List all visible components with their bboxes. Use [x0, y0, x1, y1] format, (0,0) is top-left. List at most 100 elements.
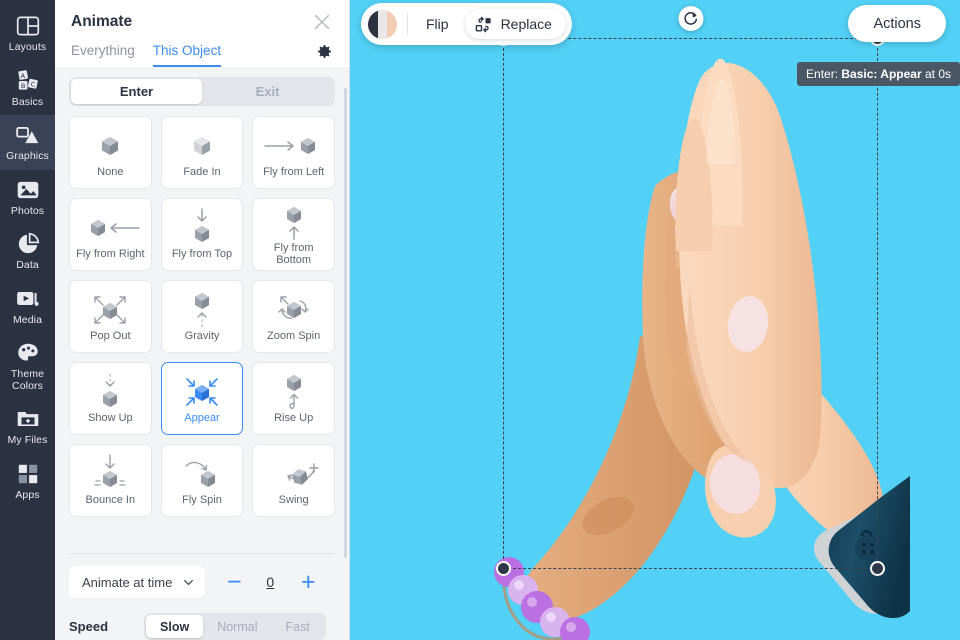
enter-exit-segment: Enter Exit — [69, 77, 335, 106]
sidebar-label: Layouts — [8, 41, 47, 53]
animation-grid: None Fade In Fly from Left Fly from Righ… — [69, 116, 335, 517]
replace-label: Replace — [500, 16, 552, 32]
animation-tile-gravity[interactable]: Gravity — [160, 280, 244, 353]
sidebar-label: Media — [12, 313, 43, 326]
data-icon — [18, 232, 39, 254]
cube-fly-spin-icon — [166, 455, 238, 493]
canvas-area[interactable]: Flip Replace Actions Enter: Basic: Appea… — [350, 0, 960, 640]
sidebar-item-apps[interactable]: Apps — [0, 454, 55, 509]
panel-title-row: Animate — [71, 11, 333, 33]
cube-plain-icon — [74, 127, 146, 165]
animation-label: Fly from Top — [171, 248, 233, 260]
increment-time-button[interactable]: + — [293, 569, 323, 595]
animation-tile-fly-from-left[interactable]: Fly from Left — [252, 116, 335, 189]
animation-label: Swing — [278, 494, 309, 506]
tab-this-object[interactable]: This Object — [152, 43, 222, 67]
media-icon — [16, 291, 39, 306]
sidebar-item-layouts[interactable]: Layouts — [0, 6, 55, 61]
panel-footer: Animate at time − 0 + Speed Slow Normal … — [55, 543, 349, 640]
color-swatch-icon[interactable] — [368, 9, 397, 39]
cube-expand-icon — [74, 291, 146, 329]
sidebar-item-my-files[interactable]: My Files — [0, 399, 55, 454]
graphics-icon — [15, 127, 38, 144]
sidebar-item-theme-colors[interactable]: Theme Colors — [0, 333, 55, 399]
sidebar-item-data[interactable]: Data — [0, 224, 55, 279]
animation-tile-fly-from-right[interactable]: Fly from Right — [69, 198, 152, 271]
praying-hands-graphic[interactable] — [480, 36, 910, 640]
animate-at-time-label: Animate at time — [82, 574, 173, 590]
sidebar-label: Apps — [15, 488, 40, 501]
panel-header: Animate Everything This Object — [55, 0, 349, 67]
animation-tile-appear[interactable]: Appear — [160, 362, 244, 435]
arrow-right-cube-icon — [258, 127, 330, 165]
dashed-down-cube-icon — [74, 373, 146, 411]
animation-tile-none[interactable]: None — [69, 116, 152, 189]
panel-tabs: Everything This Object — [71, 43, 333, 67]
animation-label: Fly from Left — [263, 166, 325, 178]
animation-tile-swing[interactable]: Swing — [252, 444, 335, 517]
photos-icon — [17, 181, 38, 198]
speed-segment: Slow Normal Fast — [144, 613, 326, 640]
decrement-time-button[interactable]: − — [219, 569, 249, 595]
segment-exit[interactable]: Exit — [202, 79, 333, 104]
gear-icon[interactable] — [316, 43, 333, 60]
footer-divider — [69, 553, 335, 554]
tab-everything[interactable]: Everything — [71, 43, 135, 67]
sidebar-label: Graphics — [6, 150, 49, 162]
svg-text:B: B — [20, 82, 24, 90]
replace-icon — [475, 16, 491, 32]
sidebar-item-media[interactable]: Media — [0, 279, 55, 334]
animation-list-scroll[interactable]: None Fade In Fly from Left Fly from Righ… — [55, 116, 349, 543]
close-icon[interactable] — [311, 11, 333, 33]
app-root: Layouts A B C Basics Graphics Photos Dat… — [0, 0, 960, 640]
speed-option-slow[interactable]: Slow — [146, 615, 204, 638]
animation-tile-fly-spin[interactable]: Fly Spin — [160, 444, 244, 517]
sidebar-item-photos[interactable]: Photos — [0, 170, 55, 225]
sidebar-label: Theme Colors — [10, 368, 45, 392]
apps-icon — [18, 464, 37, 483]
animation-label: Fly Spin — [182, 494, 222, 506]
animation-label: Bounce In — [85, 494, 136, 506]
enter-exit-segment-wrap: Enter Exit — [55, 67, 349, 116]
animation-tile-fade-in[interactable]: Fade In — [160, 116, 244, 189]
segment-enter[interactable]: Enter — [71, 79, 202, 104]
cube-fade-icon — [166, 127, 238, 165]
sidebar-item-basics[interactable]: A B C Basics — [0, 61, 55, 116]
animation-tile-bounce-in[interactable]: Bounce In — [69, 444, 152, 517]
animation-label: Appear — [184, 412, 220, 424]
speed-row: Speed Slow Normal Fast — [69, 613, 335, 640]
animation-tile-show-up[interactable]: Show Up — [69, 362, 152, 435]
cube-arrow-left-icon — [74, 209, 146, 247]
replace-button[interactable]: Replace — [464, 9, 566, 39]
sidebar-label: Photos — [10, 204, 45, 217]
animation-label: None — [97, 166, 124, 178]
animation-label: Rise Up — [274, 412, 314, 424]
animate-at-time-select[interactable]: Animate at time — [69, 566, 206, 598]
animation-label: Fade In — [183, 166, 221, 178]
animation-tile-pop-out[interactable]: Pop Out — [69, 280, 152, 353]
arrow-down-cube-icon — [166, 208, 238, 247]
animation-label: Gravity — [184, 330, 220, 342]
cube-contract-icon — [166, 373, 238, 411]
chevron-down-icon — [184, 579, 194, 585]
tooltip-suffix: at 0s — [921, 67, 951, 81]
sidebar-item-graphics[interactable]: Graphics — [0, 115, 55, 170]
panel-scrollbar[interactable] — [344, 88, 347, 558]
sidebar-label: Basics — [11, 95, 44, 108]
flip-button[interactable]: Flip — [420, 9, 455, 39]
time-value-input[interactable]: 0 — [257, 574, 283, 590]
animation-tile-fly-from-top[interactable]: Fly from Top — [160, 198, 244, 271]
animation-label: Zoom Spin — [267, 330, 321, 342]
speed-option-fast[interactable]: Fast — [271, 615, 323, 638]
actions-button[interactable]: Actions — [848, 5, 946, 42]
animation-tile-fly-from-bottom[interactable]: Fly from Bottom — [252, 198, 335, 271]
animation-tile-zoom-spin[interactable]: Zoom Spin — [252, 280, 335, 353]
rotate-handle[interactable] — [678, 6, 703, 31]
speed-option-normal[interactable]: Normal — [203, 615, 271, 638]
timing-row: Animate at time − 0 + — [69, 566, 335, 598]
animation-tile-rise-up[interactable]: Rise Up — [252, 362, 335, 435]
svg-text:C: C — [30, 80, 35, 88]
speed-label: Speed — [69, 619, 109, 634]
animation-label: Fly from Right — [76, 248, 145, 260]
cube-curl-up-icon — [258, 373, 330, 411]
